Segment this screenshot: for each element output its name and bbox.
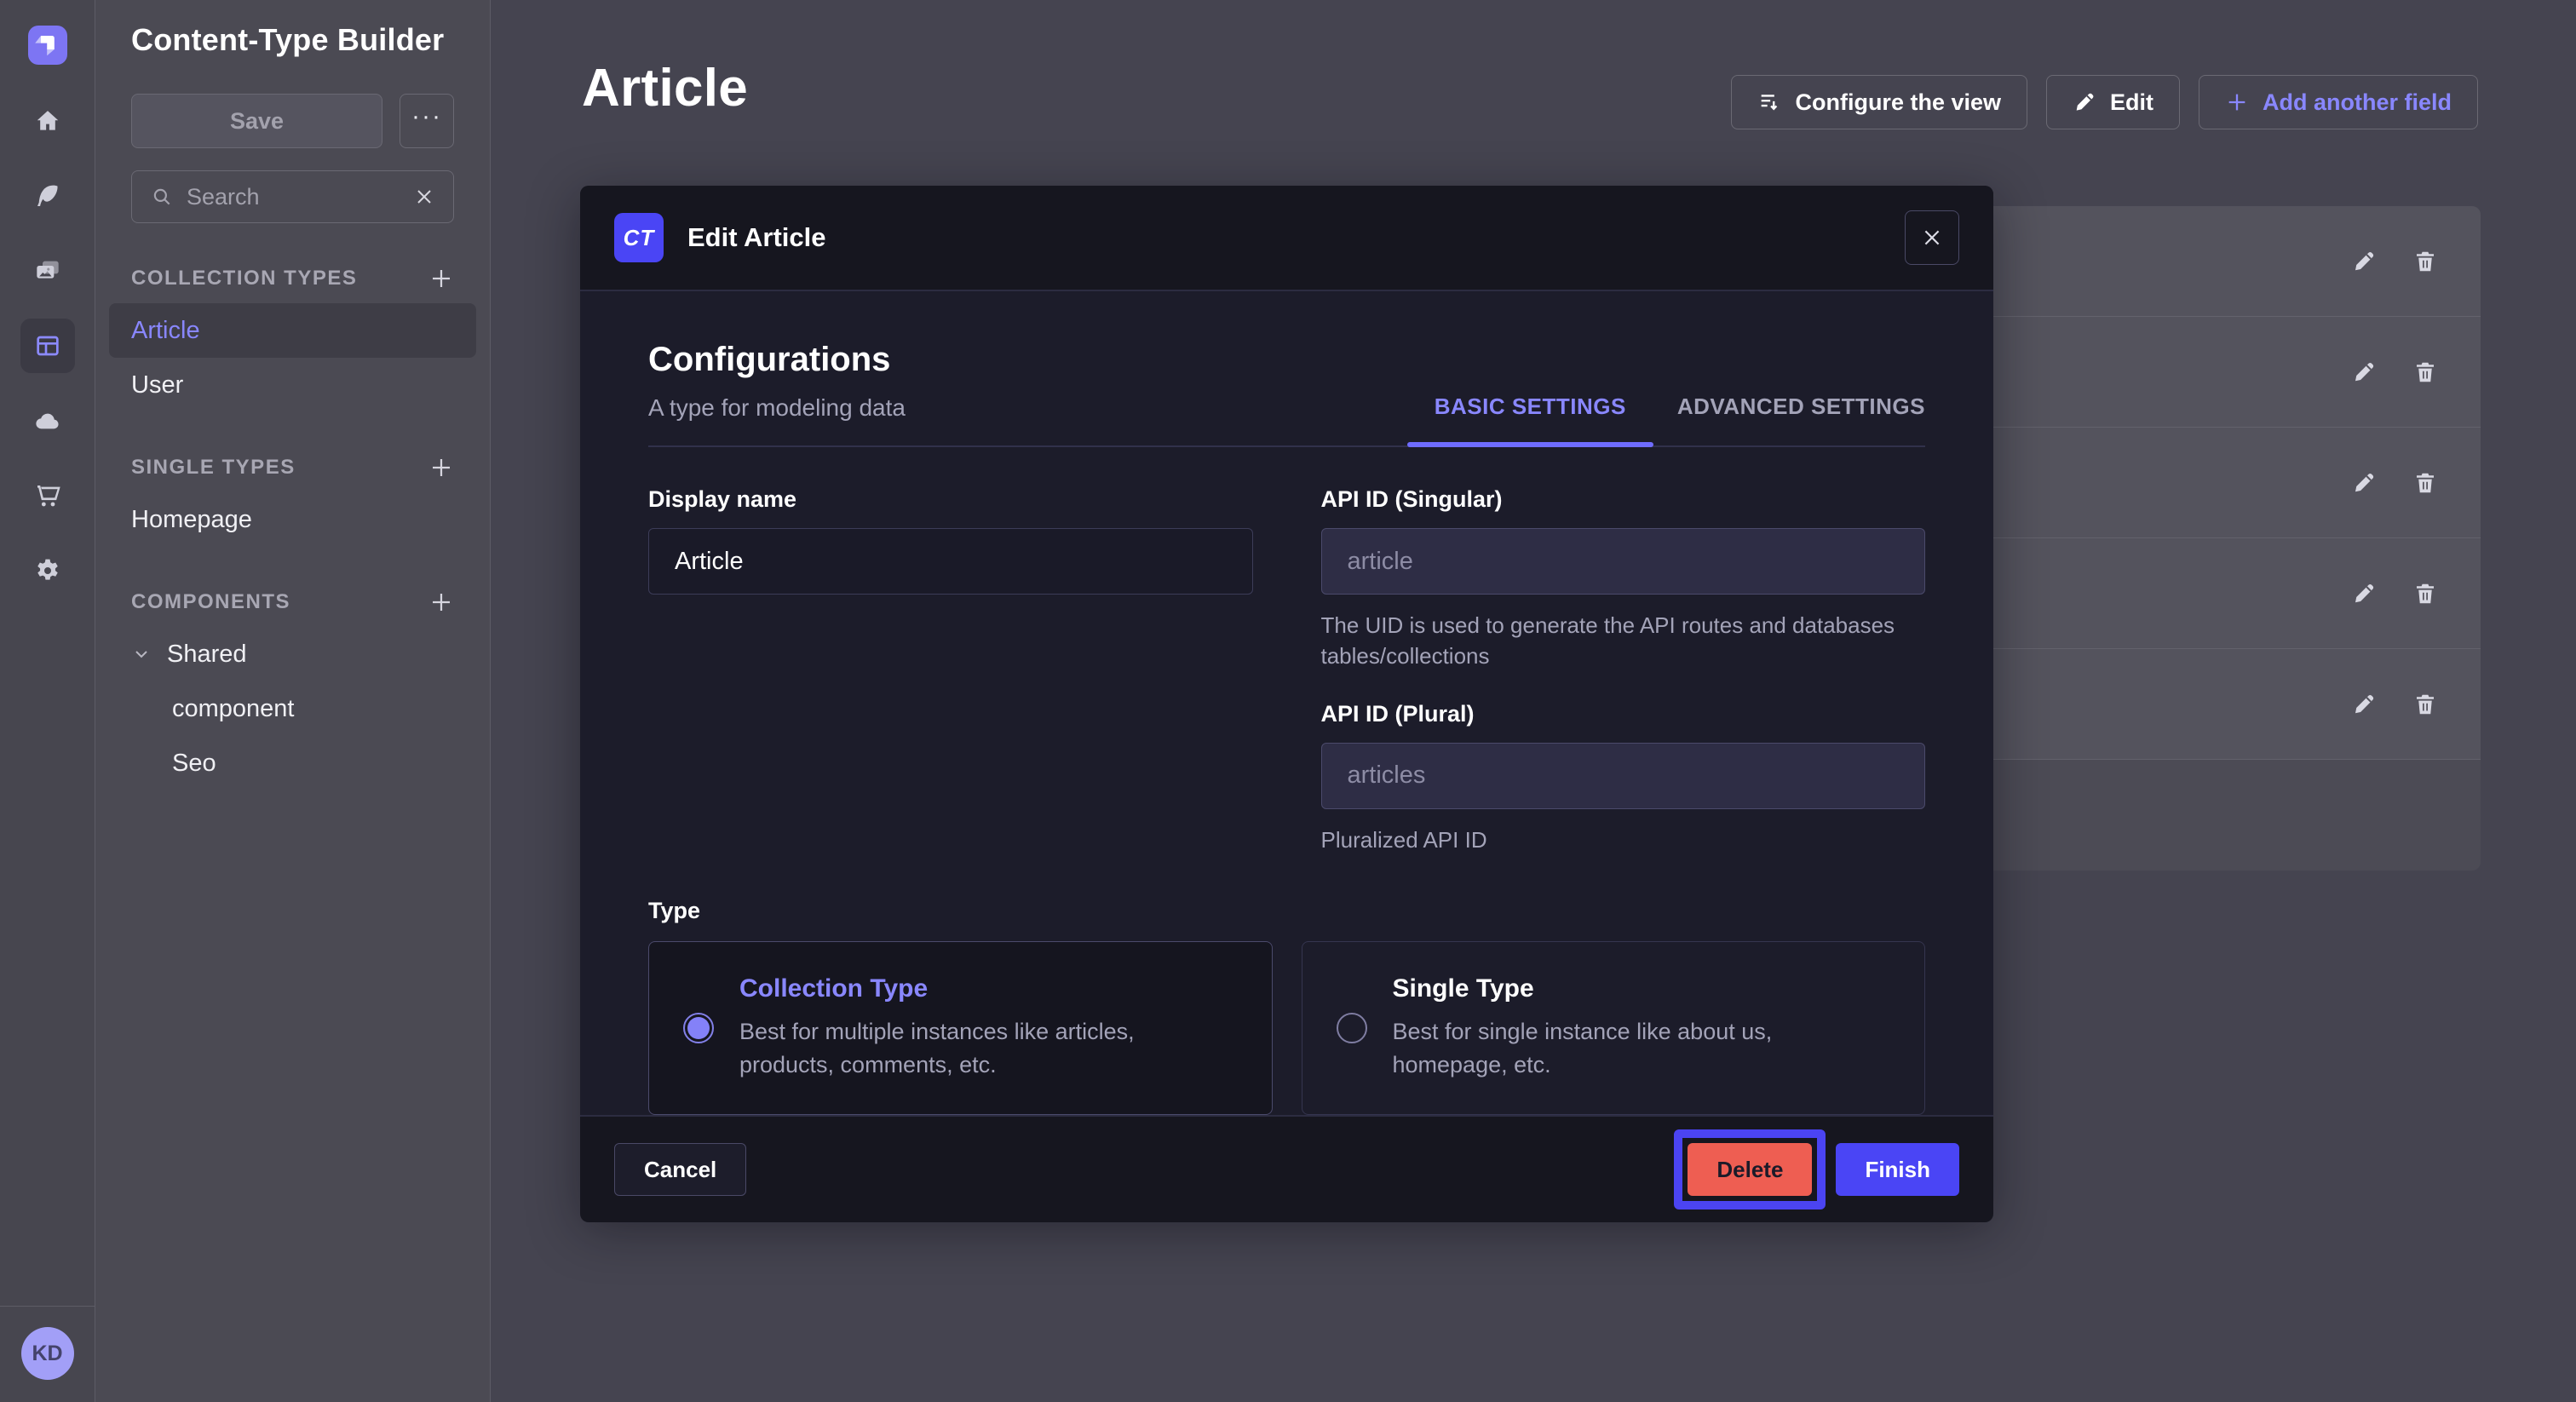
highlight-ring: Delete [1674, 1129, 1826, 1210]
user-avatar[interactable]: KD [21, 1327, 74, 1380]
filter-list-icon [1757, 90, 1781, 114]
sidebar-item-seo[interactable]: Seo [109, 736, 476, 790]
single-type-option[interactable]: Single Type Best for single instance lik… [1302, 941, 1926, 1115]
edit-field-pencil-icon[interactable] [2351, 581, 2377, 606]
api-id-plural-label: API ID (Plural) [1321, 701, 1926, 727]
radio-unselected-icon[interactable] [1337, 1013, 1367, 1043]
sidebar-item-user[interactable]: User [109, 358, 476, 412]
save-button[interactable]: Save [131, 94, 382, 148]
type-label: Type [648, 898, 1925, 924]
plus-icon [2225, 90, 2249, 114]
configurations-subtitle: A type for modeling data [648, 394, 906, 422]
icon-rail: KD [0, 0, 95, 1402]
single-types-header: SINGLE TYPES [131, 456, 296, 480]
search-box [131, 170, 454, 223]
api-id-plural-input[interactable] [1321, 743, 1926, 809]
sidebar-item-label: component [172, 695, 295, 723]
collection-type-description: Best for multiple instances like article… [739, 1015, 1229, 1082]
components-header: COMPONENTS [131, 590, 290, 614]
add-component-icon[interactable] [428, 589, 454, 615]
sidebar-item-label: Seo [172, 750, 216, 778]
configure-view-button[interactable]: Configure the view [1731, 75, 2027, 129]
add-single-type-icon[interactable] [428, 455, 454, 480]
strapi-logo-icon[interactable] [28, 26, 67, 65]
sidebar: Content-Type Builder Save ··· COLLECTION… [95, 0, 491, 1402]
sidebar-item-label: User [131, 371, 183, 399]
header-actions: Configure the view Edit Add another fiel… [1731, 75, 2478, 129]
content-type-badge-icon: CT [614, 213, 664, 262]
sidebar-item-label: Article [131, 317, 200, 345]
cart-icon[interactable] [20, 468, 75, 523]
content-type-builder-icon[interactable] [20, 319, 75, 373]
edit-button[interactable]: Edit [2046, 75, 2180, 129]
home-icon[interactable] [20, 94, 75, 148]
sidebar-item-homepage[interactable]: Homepage [109, 492, 476, 547]
media-library-icon[interactable] [20, 244, 75, 298]
configurations-title: Configurations [648, 341, 906, 379]
tab-advanced-settings[interactable]: ADVANCED SETTINGS [1677, 394, 1925, 445]
sidebar-item-label: Shared [167, 641, 247, 669]
edit-field-pencil-icon[interactable] [2351, 359, 2377, 385]
tab-basic-settings[interactable]: BASIC SETTINGS [1435, 394, 1626, 445]
pencil-icon [2073, 90, 2096, 114]
delete-field-trash-icon[interactable] [2412, 249, 2438, 274]
settings-gear-icon[interactable] [20, 543, 75, 598]
collection-type-option[interactable]: Collection Type Best for multiple instan… [648, 941, 1273, 1115]
api-id-plural-hint: Pluralized API ID [1321, 825, 1926, 855]
edit-field-pencil-icon[interactable] [2351, 470, 2377, 496]
sidebar-item-component[interactable]: component [109, 681, 476, 736]
edit-field-pencil-icon[interactable] [2351, 249, 2377, 274]
delete-field-trash-icon[interactable] [2412, 359, 2438, 385]
delete-button[interactable]: Delete [1688, 1143, 1812, 1196]
clear-search-icon[interactable] [414, 187, 434, 207]
modal-body: Configurations A type for modeling data … [580, 291, 1993, 1115]
rail-nav [20, 94, 75, 598]
add-field-label: Add another field [2263, 89, 2452, 116]
delete-field-trash-icon[interactable] [2412, 470, 2438, 496]
app-root: KD Content-Type Builder Save ··· COLLECT… [0, 0, 2576, 1402]
display-name-label: Display name [648, 486, 1253, 513]
modal-footer: Cancel Delete Finish [580, 1115, 1993, 1222]
radio-selected-icon[interactable] [683, 1013, 714, 1043]
collection-types-header: COLLECTION TYPES [131, 267, 357, 290]
cancel-button[interactable]: Cancel [614, 1143, 746, 1196]
rail-bottom: KD [0, 1306, 95, 1402]
close-modal-button[interactable] [1905, 210, 1959, 265]
page-title: Article [582, 58, 748, 118]
edit-field-pencil-icon[interactable] [2351, 692, 2377, 717]
chevron-down-icon [131, 644, 152, 664]
edit-article-modal: CT Edit Article Configurations A type fo… [580, 186, 1993, 1217]
sidebar-item-label: Homepage [131, 506, 252, 534]
api-id-singular-label: API ID (Singular) [1321, 486, 1926, 513]
search-icon [151, 186, 173, 208]
cloud-icon[interactable] [20, 394, 75, 448]
add-collection-type-icon[interactable] [428, 266, 454, 291]
single-type-description: Best for single instance like about us, … [1393, 1015, 1883, 1082]
main-content: Article Configure the view Edit Add anot… [491, 0, 2576, 1402]
settings-tabs: BASIC SETTINGS ADVANCED SETTINGS [1435, 394, 1925, 445]
delete-field-trash-icon[interactable] [2412, 581, 2438, 606]
plugin-title: Content-Type Builder [131, 22, 454, 58]
sidebar-group-shared[interactable]: Shared [109, 627, 476, 681]
modal-title: Edit Article [687, 222, 826, 253]
add-another-field-button[interactable]: Add another field [2199, 75, 2478, 129]
modal-header: CT Edit Article [580, 186, 1993, 291]
single-type-title: Single Type [1393, 974, 1883, 1003]
delete-field-trash-icon[interactable] [2412, 692, 2438, 717]
close-icon [1921, 227, 1943, 249]
api-id-singular-input[interactable] [1321, 528, 1926, 595]
configure-view-label: Configure the view [1795, 89, 2001, 116]
sidebar-item-article[interactable]: Article [109, 303, 476, 358]
api-id-singular-hint: The UID is used to generate the API rout… [1321, 610, 1926, 672]
search-input[interactable] [187, 184, 400, 210]
finish-button[interactable]: Finish [1836, 1143, 1959, 1196]
display-name-input[interactable] [648, 528, 1253, 595]
more-options-button[interactable]: ··· [400, 94, 454, 148]
edit-label: Edit [2110, 89, 2153, 116]
collection-type-title: Collection Type [739, 974, 1229, 1003]
feather-icon[interactable] [20, 169, 75, 223]
